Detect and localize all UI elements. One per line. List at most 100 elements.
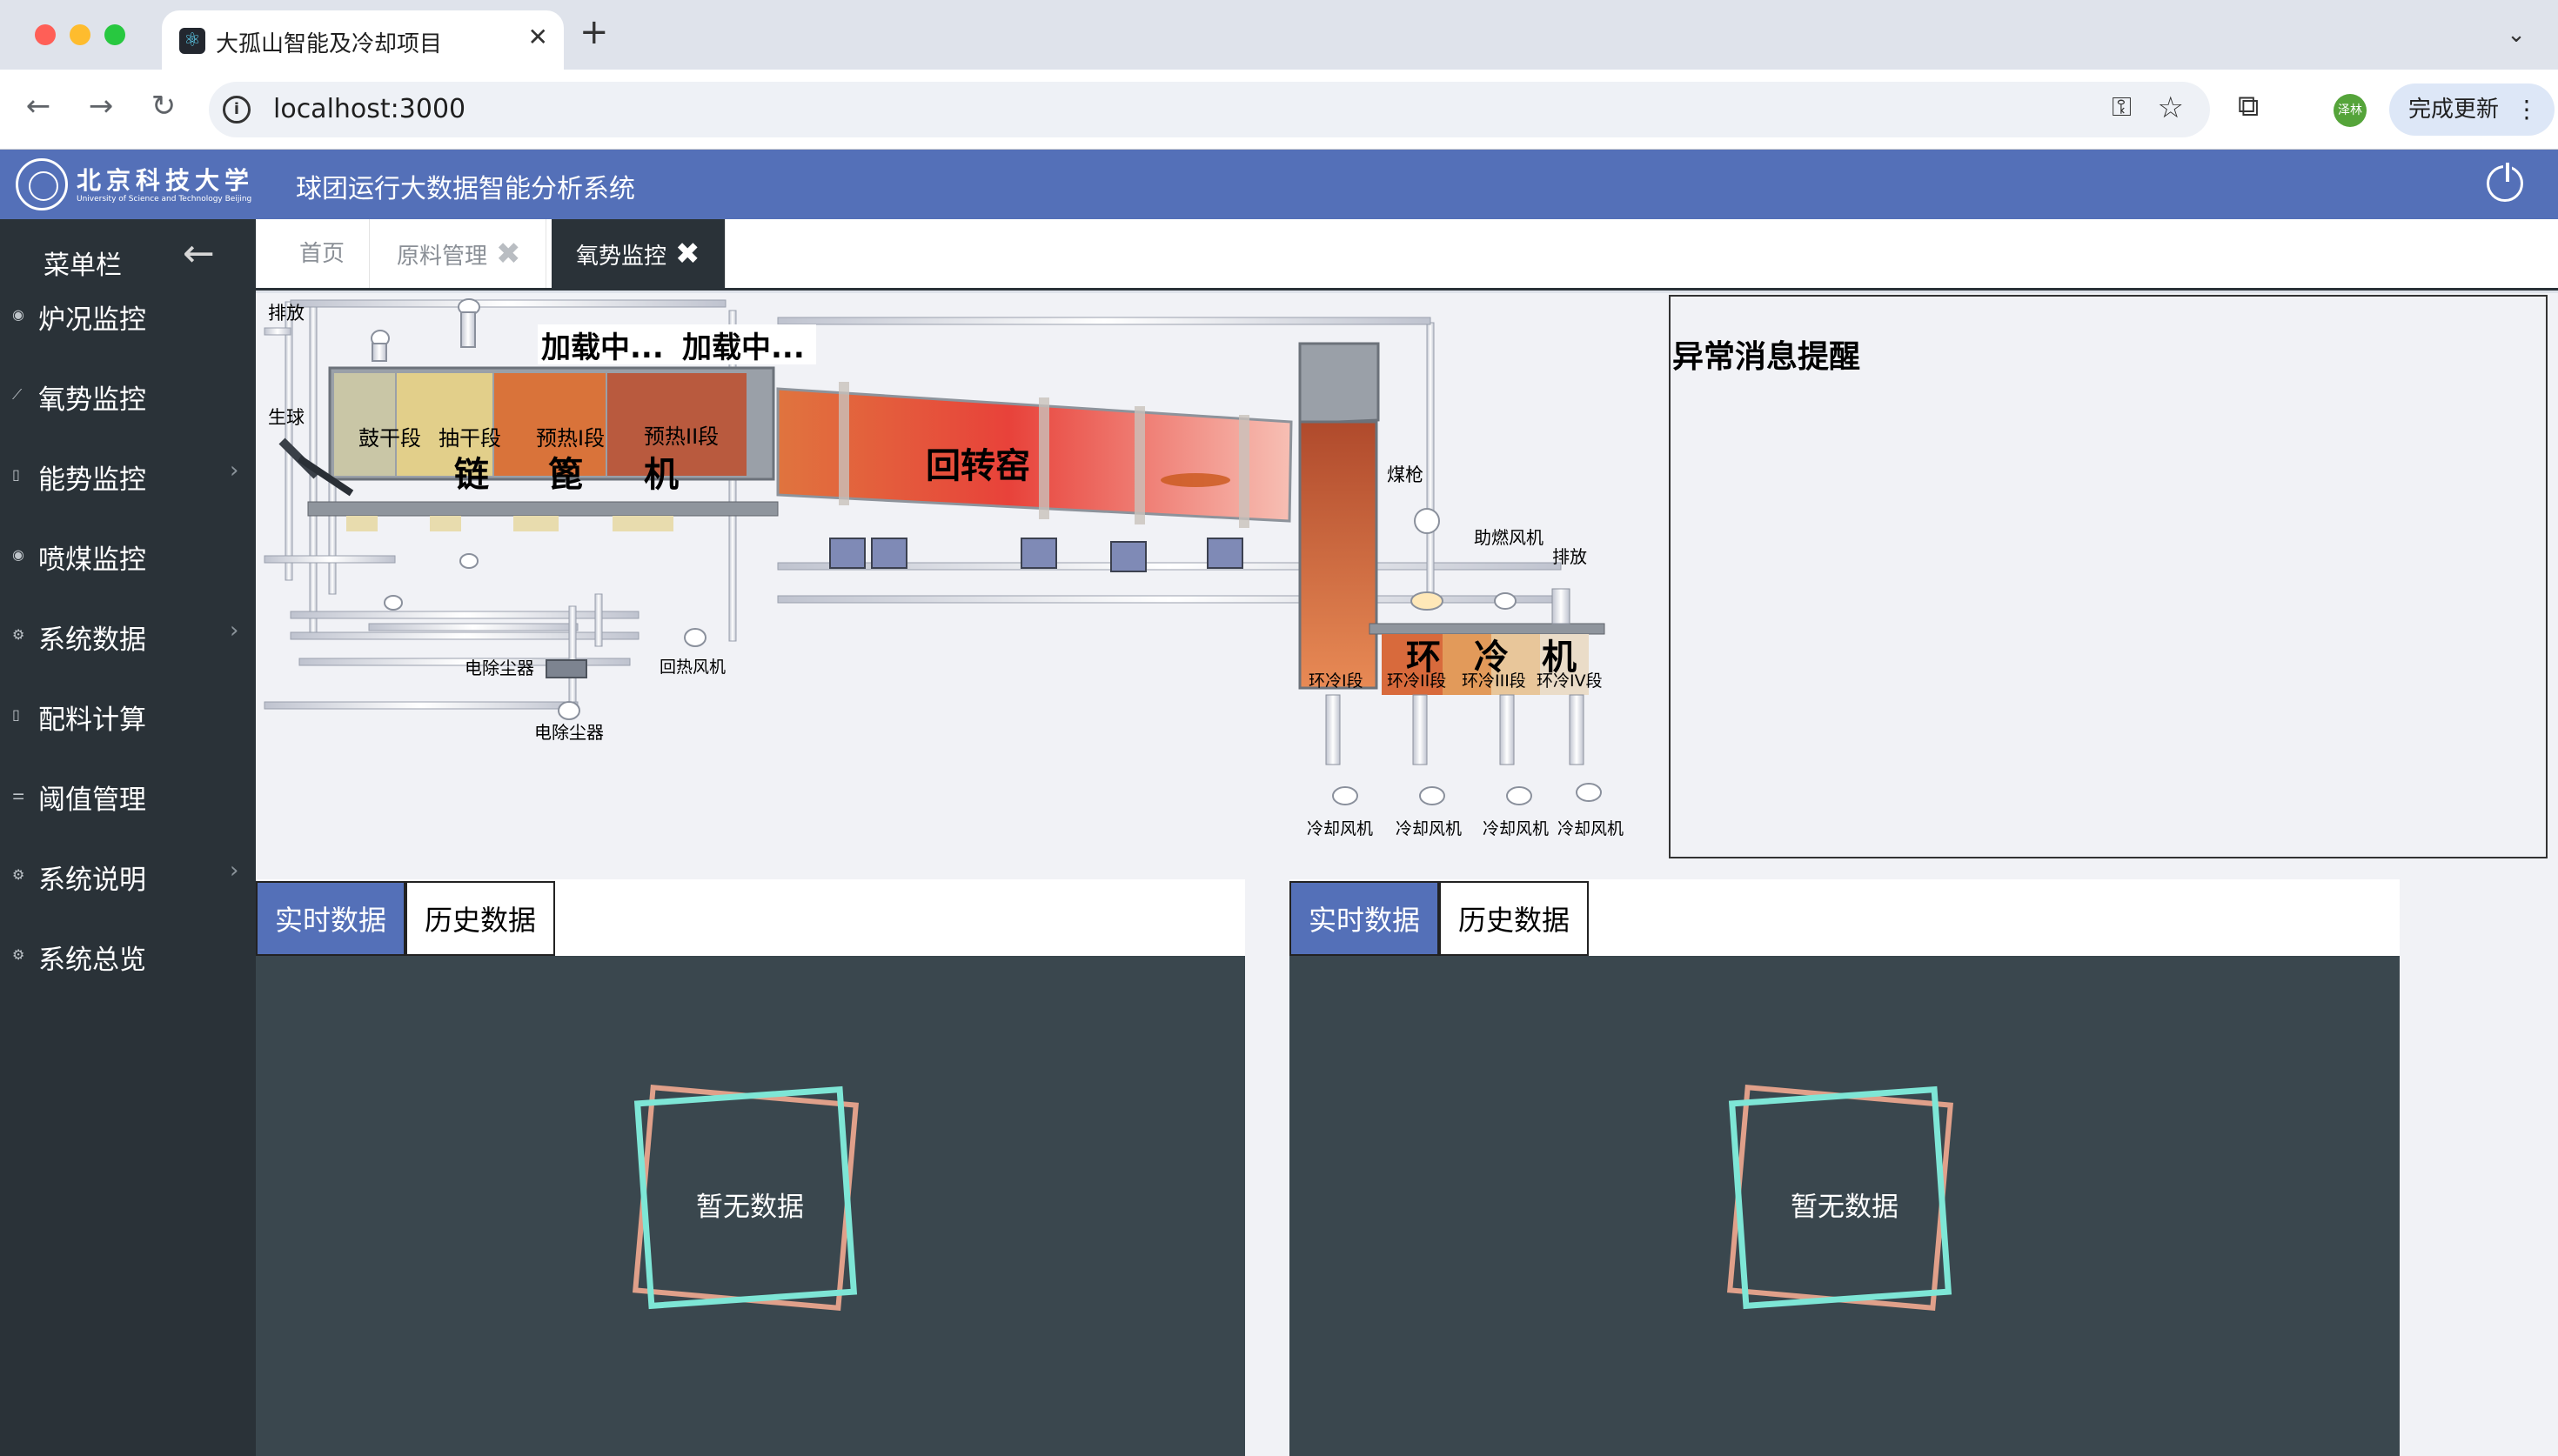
sidebar-item-oxygen[interactable]: ⟋ 氧势监控	[0, 369, 256, 421]
new-tab-button[interactable]: +	[579, 12, 609, 52]
window-close-button[interactable]	[35, 24, 56, 45]
panel-tabs: 实时数据 历史数据	[1289, 879, 2400, 956]
menu-dots-icon[interactable]: ⋮	[2514, 83, 2539, 136]
tab-realtime[interactable]: 实时数据	[1289, 881, 1439, 956]
chart-area: 暂无数据	[256, 956, 1245, 1456]
alert-title: 异常消息提醒	[1672, 339, 1861, 375]
sidebar: 菜单栏 ← ◉ 炉况监控 ⟋ 氧势监控 ▯ 能势监控 › ◉ 喷煤监控 ⚙ 系统…	[0, 219, 256, 1456]
label-combustion-fan: 助燃风机	[1474, 527, 1544, 548]
sidebar-item-overview[interactable]: ⚙ 系统总览	[0, 929, 256, 981]
tab-label: 氧势监控	[576, 244, 667, 270]
extensions-icon[interactable]: ⧉	[2238, 89, 2259, 124]
tab-raw-material[interactable]: 原料管理 ✖	[372, 219, 546, 288]
page-tabs: 首页 原料管理 ✖ 氧势监控 ✖	[256, 219, 2558, 291]
label-cooling-fan-3: 冷却风机	[1483, 819, 1549, 838]
browser-tab-close-icon[interactable]: ✕	[528, 23, 548, 51]
main-content: 排放 生球 加载中... 加载中... 鼓干段 抽干段 预热I段 预热II段 链…	[256, 293, 2558, 1456]
collapse-arrow-icon[interactable]: ←	[183, 231, 215, 276]
chevron-right-icon: ›	[230, 618, 239, 644]
chevron-right-icon: ›	[230, 458, 239, 484]
sidebar-item-system-data[interactable]: ⚙ 系统数据 ›	[0, 609, 256, 661]
tab-history[interactable]: 历史数据	[405, 881, 555, 956]
tab-oxygen-monitor[interactable]: 氧势监控 ✖	[552, 219, 726, 288]
loading-text-2: 加载中...	[682, 331, 805, 365]
label-esp-2: 电除尘器	[534, 722, 604, 743]
sidebar-item-coal[interactable]: ◉ 喷煤监控	[0, 529, 256, 581]
browser-tab[interactable]: ⚛ 大孤山智能及冷却项目 ✕	[162, 10, 564, 70]
tab-home[interactable]: 首页	[275, 219, 371, 288]
sidebar-item-energy[interactable]: ▯ 能势监控 ›	[0, 449, 256, 501]
address-bar[interactable]: i localhost:3000 ⚿ ☆	[209, 82, 2210, 137]
settings-icon: ⚙	[12, 946, 25, 963]
update-button[interactable]: 完成更新 ⋮	[2389, 83, 2555, 136]
update-button-label: 完成更新	[2408, 97, 2500, 123]
sliders-icon: ⚌	[12, 786, 25, 803]
pellet-process-diagram: 排放 生球 加载中... 加载中... 鼓干段 抽干段 预热I段 预热II段 链…	[264, 298, 1624, 838]
data-panel-left: 实时数据 历史数据 暂无数据	[256, 879, 1245, 1456]
sidebar-item-threshold[interactable]: ⚌ 阈值管理	[0, 769, 256, 821]
label-grate-big-2: 篦	[548, 455, 583, 495]
chevron-right-icon: ›	[230, 858, 239, 884]
sidebar-item-furnace[interactable]: ◉ 炉况监控	[0, 289, 256, 341]
info-icon[interactable]: i	[223, 96, 251, 124]
rotary-kiln	[776, 382, 1293, 572]
loading-text-1: 加载中...	[541, 331, 664, 365]
label-cooler-section-4: 环冷IV段	[1537, 671, 1603, 691]
label-kiln: 回转窑	[926, 446, 1030, 486]
window-minimize-button[interactable]	[70, 24, 90, 45]
react-icon: ⚛	[179, 28, 205, 54]
label-cooler-section-3: 环冷III段	[1462, 671, 1526, 691]
eye-icon: ◉	[12, 306, 24, 323]
sidebar-item-label: 系统数据	[38, 624, 146, 656]
label-cooler-section-2: 环冷II段	[1387, 671, 1446, 691]
grate-machine	[278, 366, 779, 531]
label-grate-section-2: 抽干段	[439, 426, 501, 451]
browser-tab-title: 大孤山智能及冷却项目	[216, 31, 443, 57]
window-zoom-button[interactable]	[104, 24, 125, 45]
sidebar-item-label: 喷煤监控	[38, 544, 146, 576]
sidebar-item-label: 阈值管理	[38, 785, 146, 816]
label-cooling-fan-4: 冷却风机	[1557, 819, 1624, 838]
sidebar-item-burden-calc[interactable]: ▯ 配料计算	[0, 689, 256, 741]
tab-label: 首页	[299, 241, 345, 267]
profile-avatar[interactable]: 泽林	[2334, 94, 2367, 127]
tab-search-chevron-icon[interactable]: ⌄	[2499, 17, 2534, 52]
close-icon[interactable]: ✖	[496, 237, 521, 271]
app-header: 北京科技大学 University of Science and Technol…	[0, 150, 2558, 219]
empty-text: 暂无数据	[696, 1192, 804, 1223]
forward-icon[interactable]: →	[82, 89, 120, 124]
back-icon[interactable]: ←	[19, 89, 57, 124]
sidebar-item-label: 炉况监控	[38, 304, 146, 336]
app-title: 球团运行大数据智能分析系统	[296, 174, 635, 204]
label-esp-1: 电除尘器	[465, 658, 534, 678]
sidebar-item-label: 配料计算	[38, 705, 146, 736]
empty-text: 暂无数据	[1791, 1192, 1898, 1223]
label-grate-big-3: 机	[644, 455, 679, 495]
tab-history[interactable]: 历史数据	[1439, 881, 1589, 956]
top-fans	[371, 298, 480, 362]
browser-toolbar: ← → ↻ i localhost:3000 ⚿ ☆ ⧉ 泽林 完成更新 ⋮	[0, 70, 2558, 150]
tab-realtime[interactable]: 实时数据	[256, 881, 405, 956]
label-cooler-section-1: 环冷I段	[1309, 671, 1363, 691]
label-grate-section-4: 预热II段	[644, 424, 719, 449]
sidebar-item-label: 系统总览	[38, 945, 146, 976]
url-text[interactable]: localhost:3000	[273, 94, 465, 124]
reload-icon[interactable]: ↻	[144, 89, 183, 124]
star-icon[interactable]: ☆	[2158, 90, 2184, 125]
empty-state: 暂无数据	[1726, 1084, 1962, 1319]
alert-panel: 异常消息提醒	[1669, 295, 2548, 858]
panel-tabs: 实时数据 历史数据	[256, 879, 1245, 956]
key-icon[interactable]: ⚿	[2112, 92, 2132, 123]
label-coal-gun: 煤枪	[1387, 464, 1423, 485]
logo-text-en: University of Science and Technology Bei…	[77, 195, 252, 204]
label-discharge-right: 排放	[1552, 546, 1587, 567]
label-return-fan: 回热风机	[660, 658, 726, 677]
power-icon[interactable]	[2487, 163, 2523, 202]
label-cooling-fan-2: 冷却风机	[1396, 819, 1462, 838]
chart-area: 暂无数据	[1289, 956, 2400, 1456]
sidebar-item-manual[interactable]: ⚙ 系统说明 ›	[0, 849, 256, 901]
label-grate-big-1: 链	[454, 455, 489, 495]
close-icon[interactable]: ✖	[675, 237, 700, 271]
sidebar-item-label: 氧势监控	[38, 384, 146, 416]
label-green-pellet: 生球	[268, 407, 305, 428]
